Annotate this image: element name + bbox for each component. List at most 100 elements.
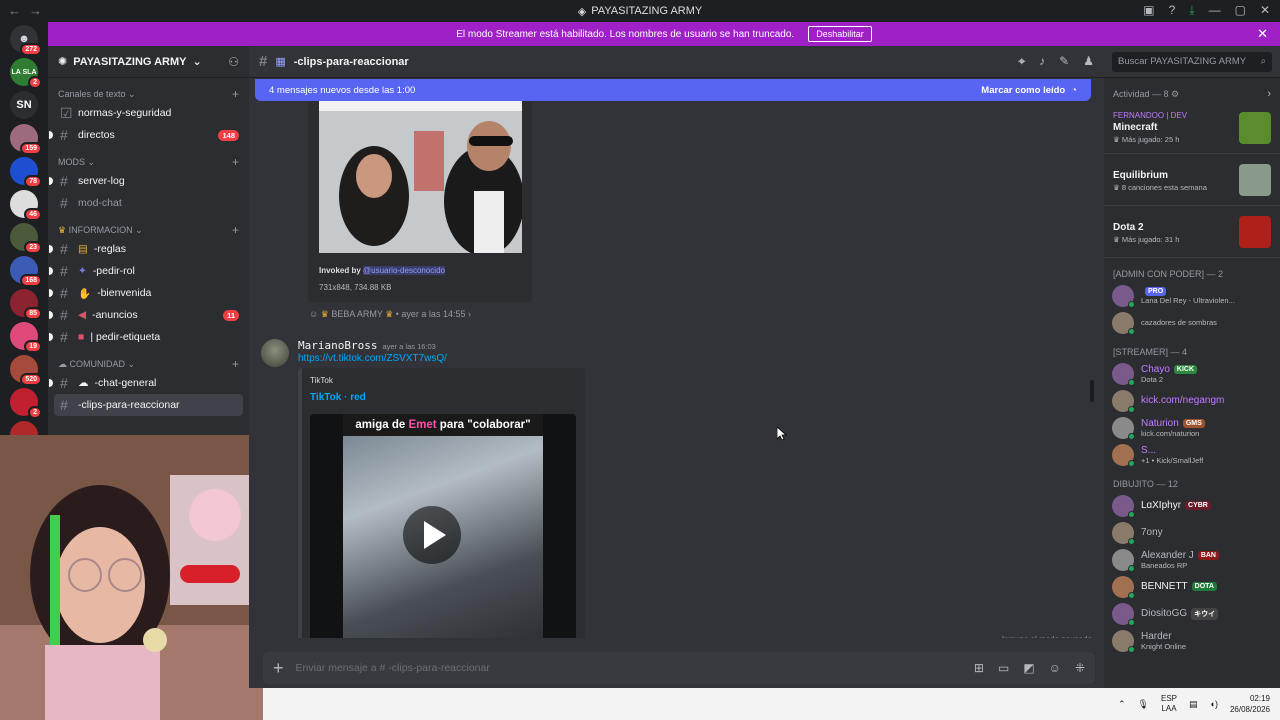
avatar[interactable]	[261, 339, 289, 367]
category-mods[interactable]: MODS ⌄ +	[48, 154, 249, 170]
reply-line[interactable]: ☺ ♛ BEBA ARMY ♛ • ayer a las 14:55 ›	[309, 309, 471, 320]
message-author[interactable]: MarianoBross ayer a las 16:03	[298, 339, 436, 352]
cloud-icon: ☁	[78, 377, 89, 389]
language-indicator[interactable]: ESP LAA	[1161, 694, 1177, 714]
game-icon	[1239, 215, 1271, 248]
pin-icon[interactable]: ✎	[1059, 54, 1069, 69]
activity-card[interactable]: Dota 2 ♛ Más jugado: 31 h	[1104, 206, 1280, 258]
member-item[interactable]: LɑXIphyr CYBR	[1104, 492, 1280, 519]
member-item[interactable]: Harder Knight Online	[1104, 627, 1280, 654]
help-icon[interactable]: ?	[1169, 3, 1176, 18]
member-item[interactable]: Chayo KICK Dota 2	[1104, 360, 1280, 387]
message-input[interactable]: Enviar mensaje a # -clips-para-reacciona…	[296, 662, 490, 674]
member-item[interactable]: cazadores de sombras	[1104, 309, 1280, 336]
member-item[interactable]: kick.com/negangm	[1104, 387, 1280, 414]
forward-icon[interactable]: →	[29, 3, 50, 18]
gift-icon[interactable]: ⊞	[974, 661, 984, 675]
attach-plus-icon[interactable]: +	[273, 658, 284, 679]
mic-icon[interactable]: 🎙	[1138, 699, 1149, 710]
add-channel-icon[interactable]: +	[232, 357, 239, 371]
activity-card[interactable]: Equilibrium ♛ 8 canciones esta semana	[1104, 154, 1280, 206]
minimize-icon[interactable]: —	[1209, 3, 1221, 18]
user-mention[interactable]: @usuario-desconocido	[363, 266, 445, 275]
server-icon[interactable]: SN	[10, 91, 38, 119]
server-icon[interactable]: 159	[10, 124, 42, 155]
add-channel-icon[interactable]: +	[232, 87, 239, 101]
server-icon[interactable]: 9	[10, 421, 38, 435]
scrollbar-thumb[interactable]	[1090, 380, 1094, 402]
server-icon[interactable]: 23	[10, 223, 42, 254]
server-icon[interactable]: 2	[10, 388, 42, 419]
channel-normas[interactable]: ☑ normas-y-seguridad	[48, 102, 249, 124]
channel-directos[interactable]: # directos 148	[48, 124, 249, 146]
channel-server-log[interactable]: # server-log	[48, 170, 249, 192]
clock[interactable]: 02:19 26/08/2026	[1230, 693, 1270, 715]
inbox-icon[interactable]: ▣	[1143, 3, 1154, 18]
mark-read-button[interactable]: Marcar como leído	[981, 85, 1065, 96]
channel-mod-chat[interactable]: # mod-chat	[48, 192, 249, 214]
channel-reglas[interactable]: # ▤ -reglas	[48, 238, 249, 260]
tray-chevron-icon[interactable]: ⌃	[1118, 699, 1126, 710]
member-item[interactable]: S... +1 • Kick/SmallJeff	[1104, 441, 1280, 468]
category-informacion[interactable]: ♛ INFORMACION ⌄ +	[48, 222, 249, 238]
members-icon[interactable]: ♟	[1083, 54, 1094, 69]
back-icon[interactable]: ←	[8, 3, 29, 18]
mute-icon[interactable]: ♪	[1039, 54, 1045, 69]
embed-title[interactable]: TikTok · red	[310, 392, 366, 403]
download-icon[interactable]: ⤓	[1189, 3, 1194, 18]
channel-pedir-rol[interactable]: # ✦ -pedir-rol	[48, 260, 249, 282]
member-name: S...	[1141, 444, 1157, 456]
nav-arrows[interactable]: ←→	[8, 3, 50, 18]
member-item[interactable]: Alexander J BAN Baneados RP	[1104, 546, 1280, 573]
play-icon[interactable]	[403, 506, 461, 564]
role-tag: GMS	[1182, 418, 1205, 428]
disable-button[interactable]: Deshabilitar	[808, 26, 872, 42]
server-icon[interactable]: 78	[10, 157, 42, 188]
video-player[interactable]: amiga de Emet para "colaborar"	[310, 414, 576, 644]
add-channel-icon[interactable]: +	[232, 223, 239, 237]
server-icon[interactable]: 85	[10, 289, 42, 320]
discord-home-icon[interactable]: ☻ 272	[10, 25, 42, 56]
member-item[interactable]: DiositoGG キウイ	[1104, 600, 1280, 627]
server-icon[interactable]: LA SLA 2	[10, 58, 42, 89]
server-icon[interactable]: 520	[10, 355, 42, 386]
server-icon[interactable]: 168	[10, 256, 42, 287]
channel-pedir-etiqueta[interactable]: # ■ | pedir-etiqueta	[48, 326, 249, 348]
channel-anuncios[interactable]: # ◀ -anuncios 11	[48, 304, 249, 326]
volume-icon[interactable]: ◖)	[1210, 699, 1218, 709]
channel-chat-general[interactable]: # ☁ -chat-general	[48, 372, 249, 394]
threads-icon[interactable]: ⌖	[1018, 54, 1025, 69]
activity-card[interactable]: FERNANDOO | DEV Minecraft ♛ Más jugado: 25…	[1104, 102, 1280, 154]
member-item[interactable]: Naturion GMS kick.com/naturion	[1104, 414, 1280, 441]
member-name: BENNETT	[1141, 581, 1188, 592]
channel-clips-selected[interactable]: # -clips-para-reaccionar	[54, 394, 243, 416]
invite-icon[interactable]: ⚇	[228, 55, 239, 69]
activity-header[interactable]: Actividad — 8 ⚙ ›	[1104, 86, 1280, 102]
emoji-icon[interactable]: ☺	[1049, 661, 1061, 675]
banner-close-icon[interactable]: ✕	[1257, 26, 1268, 42]
category-text-channels[interactable]: Canales de texto ⌄ +	[48, 86, 249, 102]
close-icon[interactable]: ✕	[1260, 3, 1270, 18]
avatar	[1112, 629, 1135, 653]
member-item[interactable]: BENNETT DOTA	[1104, 573, 1280, 600]
activity-sub: ♛ Más jugado: 25 h	[1113, 135, 1180, 144]
server-icon[interactable]: 46	[10, 190, 42, 221]
server-header[interactable]: ✺ PAYASITAZING ARMY ⌄ ⚇	[48, 46, 249, 78]
server-icon[interactable]: 19	[10, 322, 42, 353]
server-badge: 46	[24, 208, 42, 221]
category-comunidad[interactable]: ☁ COMUNIDAD ⌄ +	[48, 356, 249, 372]
member-item[interactable]: PRO Lana Del Rey - Ultraviolen...	[1104, 282, 1280, 309]
message-link[interactable]: https://vt.tiktok.com/ZSVXT7wsQ/	[298, 353, 447, 364]
add-channel-icon[interactable]: +	[232, 155, 239, 169]
sticker-icon[interactable]: ◩	[1023, 661, 1034, 675]
apps-icon[interactable]: ⁜	[1075, 661, 1085, 675]
search-input[interactable]: Buscar PAYASITAZING ARMY ⌕	[1112, 51, 1272, 72]
gif-icon[interactable]: ▭	[998, 661, 1009, 675]
chevron-right-icon[interactable]: ›	[1267, 88, 1271, 100]
member-item[interactable]: 7ony	[1104, 519, 1280, 546]
new-messages-bar[interactable]: 4 mensajes nuevos desde las 1:00 Marcar …	[255, 79, 1091, 101]
network-icon[interactable]: ▤	[1189, 699, 1198, 710]
embed-image[interactable]	[319, 101, 524, 256]
maximize-icon[interactable]: ▢	[1235, 3, 1246, 18]
channel-bienvenida[interactable]: # ✋ -bienvenida	[48, 282, 249, 304]
